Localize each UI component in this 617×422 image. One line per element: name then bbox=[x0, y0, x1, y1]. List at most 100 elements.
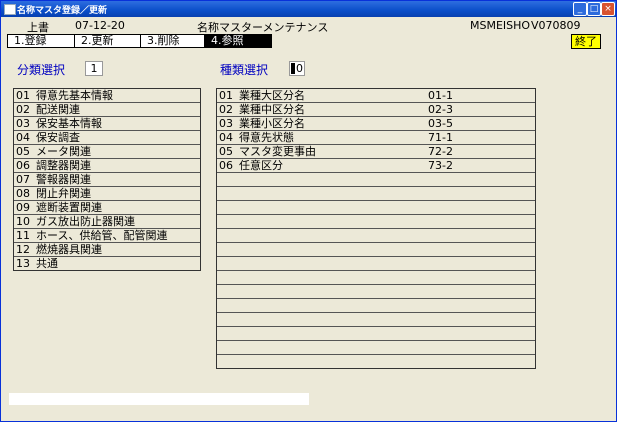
kind-row[interactable] bbox=[217, 313, 535, 327]
category-number: 12 bbox=[16, 243, 30, 256]
category-name: 警報器関連 bbox=[36, 173, 91, 186]
category-number: 09 bbox=[16, 201, 30, 214]
kind-row[interactable] bbox=[217, 229, 535, 243]
title-bar[interactable]: 名称マスタ登録／更新 _ □ × bbox=[1, 1, 616, 17]
tab-register[interactable]: 1.登録 bbox=[7, 34, 75, 48]
text-cursor bbox=[291, 63, 295, 74]
program-id: MSMEISHO bbox=[470, 19, 531, 32]
kind-number: 03 bbox=[219, 117, 233, 130]
app-icon bbox=[4, 4, 16, 15]
kind-row[interactable] bbox=[217, 187, 535, 201]
category-number: 03 bbox=[16, 117, 30, 130]
kind-row[interactable]: 06 任意区分 73-2 bbox=[217, 159, 535, 173]
kind-code: 72-2 bbox=[428, 145, 453, 158]
screen-title: 名称マスターメンテナンス bbox=[197, 21, 329, 34]
category-name: 保安調査 bbox=[36, 131, 80, 144]
kind-number: 01 bbox=[219, 89, 233, 102]
kind-row[interactable]: 02 業種中区分名 02-3 bbox=[217, 103, 535, 117]
category-number: 10 bbox=[16, 215, 30, 228]
category-name: メータ関連 bbox=[36, 145, 91, 158]
category-select-label: 分類選択 bbox=[17, 63, 66, 77]
category-name: ホース、供給管、配管関連 bbox=[36, 229, 168, 242]
date-label: 07-12-20 bbox=[75, 19, 125, 32]
kind-input-value: 0 bbox=[296, 62, 303, 75]
kind-row[interactable]: 04 得意先状態 71-1 bbox=[217, 131, 535, 145]
kind-row[interactable] bbox=[217, 355, 535, 368]
kind-name: 業種小区分名 bbox=[239, 117, 305, 130]
kind-row[interactable] bbox=[217, 215, 535, 229]
category-name: 配送関連 bbox=[36, 103, 80, 116]
kind-row[interactable] bbox=[217, 299, 535, 313]
category-name: 遮断装置関連 bbox=[36, 201, 102, 214]
status-bar bbox=[9, 393, 309, 405]
kind-code: 73-2 bbox=[428, 159, 453, 172]
kind-row[interactable] bbox=[217, 173, 535, 187]
category-name: 得意先基本情報 bbox=[36, 89, 113, 102]
category-row[interactable]: 09 遮断装置関連 bbox=[14, 201, 200, 215]
category-row[interactable]: 11 ホース、供給管、配管関連 bbox=[14, 229, 200, 243]
kind-name: 業種大区分名 bbox=[239, 89, 305, 102]
category-row[interactable]: 10 ガス放出防止器関連 bbox=[14, 215, 200, 229]
kind-name: 得意先状態 bbox=[239, 131, 294, 144]
app-window: 名称マスタ登録／更新 _ □ × 上書 07-12-20 名称マスターメンテナン… bbox=[0, 0, 617, 422]
category-number: 06 bbox=[16, 159, 30, 172]
category-number: 02 bbox=[16, 103, 30, 116]
category-row[interactable]: 05 メータ関連 bbox=[14, 145, 200, 159]
minimize-icon[interactable]: _ bbox=[573, 2, 587, 16]
kind-name: 任意区分 bbox=[239, 159, 283, 172]
category-list: 01 得意先基本情報 02 配送関連 03 保安基本情報 04 保安調査 05 メータ関連 06 調整… bbox=[13, 88, 201, 271]
category-number: 04 bbox=[16, 131, 30, 144]
close-icon[interactable]: × bbox=[601, 2, 615, 16]
category-name: 調整器関連 bbox=[36, 159, 91, 172]
category-row[interactable]: 12 燃焼器具関連 bbox=[14, 243, 200, 257]
kind-number: 05 bbox=[219, 145, 233, 158]
category-number: 07 bbox=[16, 173, 30, 186]
kind-row[interactable] bbox=[217, 201, 535, 215]
category-name: ガス放出防止器関連 bbox=[36, 215, 135, 228]
kind-list: 01 業種大区分名 01-1 02 業種中区分名 02-3 03 業種小区分名 03-5 04 得意… bbox=[216, 88, 536, 369]
kind-code: 02-3 bbox=[428, 103, 453, 116]
mode-label: 上書 bbox=[27, 21, 49, 34]
category-row[interactable]: 01 得意先基本情報 bbox=[14, 89, 200, 103]
kind-row[interactable] bbox=[217, 341, 535, 355]
kind-code: 71-1 bbox=[428, 131, 453, 144]
kind-row[interactable]: 01 業種大区分名 01-1 bbox=[217, 89, 535, 103]
category-row[interactable]: 03 保安基本情報 bbox=[14, 117, 200, 131]
kind-row[interactable] bbox=[217, 243, 535, 257]
kind-row[interactable] bbox=[217, 257, 535, 271]
kind-row[interactable] bbox=[217, 271, 535, 285]
category-number: 01 bbox=[16, 89, 30, 102]
tab-delete[interactable]: 3.削除 bbox=[140, 34, 205, 48]
category-row[interactable]: 13 共通 bbox=[14, 257, 200, 270]
kind-row[interactable]: 03 業種小区分名 03-5 bbox=[217, 117, 535, 131]
tab-reference[interactable]: 4.参照 bbox=[204, 34, 272, 48]
category-name: 閉止弁関連 bbox=[36, 187, 91, 200]
category-row[interactable]: 02 配送関連 bbox=[14, 103, 200, 117]
kind-name: マスタ変更事由 bbox=[239, 145, 316, 158]
category-number: 11 bbox=[16, 229, 30, 242]
category-name: 保安基本情報 bbox=[36, 117, 102, 130]
category-name: 共通 bbox=[36, 257, 58, 270]
maximize-icon[interactable]: □ bbox=[587, 2, 601, 16]
kind-number: 02 bbox=[219, 103, 233, 116]
category-row[interactable]: 08 閉止弁関連 bbox=[14, 187, 200, 201]
category-number: 08 bbox=[16, 187, 30, 200]
kind-code: 01-1 bbox=[428, 89, 453, 102]
category-name: 燃焼器具関連 bbox=[36, 243, 102, 256]
kind-name: 業種中区分名 bbox=[239, 103, 305, 116]
category-row[interactable]: 06 調整器関連 bbox=[14, 159, 200, 173]
end-button[interactable]: 終了 bbox=[571, 34, 601, 49]
version-label: V070809 bbox=[531, 19, 581, 32]
tab-update[interactable]: 2.更新 bbox=[74, 34, 141, 48]
category-row[interactable]: 04 保安調査 bbox=[14, 131, 200, 145]
category-input[interactable]: 1 bbox=[85, 61, 103, 76]
kind-row[interactable] bbox=[217, 327, 535, 341]
kind-code: 03-5 bbox=[428, 117, 453, 130]
kind-input[interactable]: 0 bbox=[289, 61, 305, 76]
kind-row[interactable] bbox=[217, 285, 535, 299]
kind-number: 04 bbox=[219, 131, 233, 144]
category-number: 13 bbox=[16, 257, 30, 270]
window-title: 名称マスタ登録／更新 bbox=[17, 6, 108, 16]
category-row[interactable]: 07 警報器関連 bbox=[14, 173, 200, 187]
kind-row[interactable]: 05 マスタ変更事由 72-2 bbox=[217, 145, 535, 159]
